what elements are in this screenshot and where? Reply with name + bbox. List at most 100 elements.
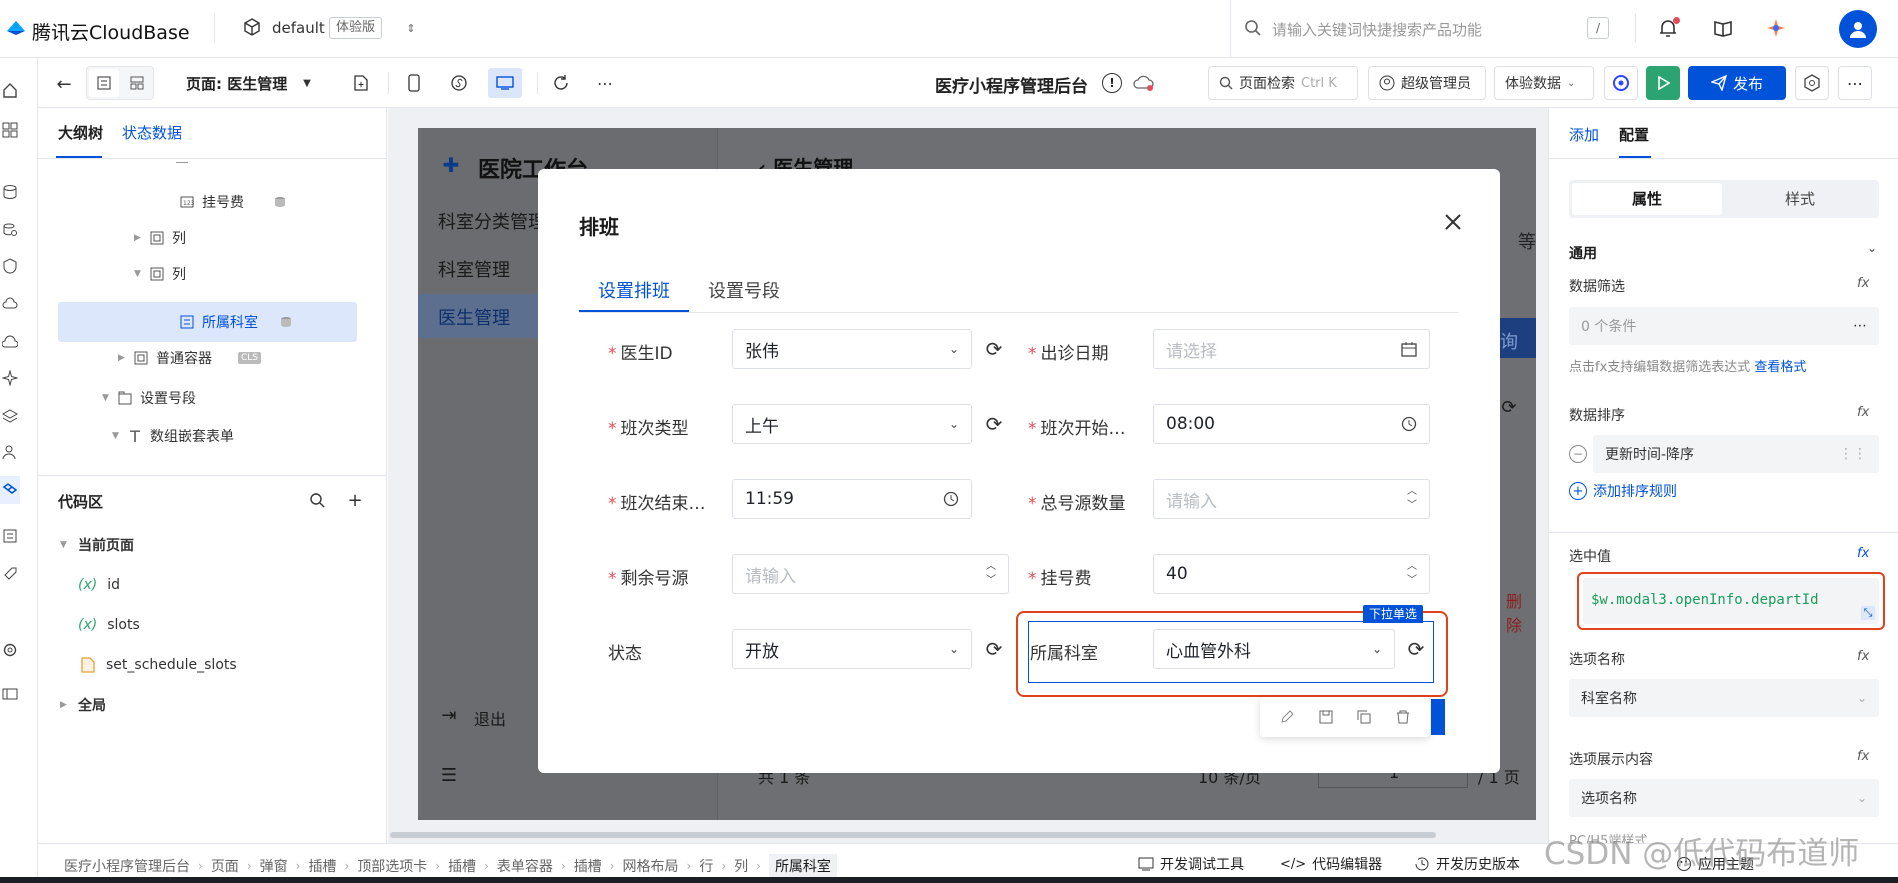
stepper-icon[interactable]: ︿ ﹀ [1407,485,1417,513]
search-icon[interactable] [306,489,328,511]
segment-props[interactable]: 属性 [1572,183,1722,215]
refresh-icon[interactable] [550,72,572,94]
ai-sparkle-icon[interactable] [1764,16,1788,40]
filter-format-link[interactable]: 查看格式 [1754,360,1806,375]
option-display-select[interactable]: 选项名称 ⌄ [1569,779,1879,817]
more-menu-icon[interactable]: ⋯ [1838,66,1872,100]
tab-config[interactable]: 配置 [1619,124,1649,145]
breadcrumb-item[interactable]: 插槽 [308,856,336,876]
tab-add[interactable]: 添加 [1569,124,1599,145]
refresh-icon[interactable]: ⟳ [982,637,1006,661]
tree-item-text[interactable]: ▼ T 数组嵌套表单 [112,418,234,454]
docs-book-icon[interactable] [1711,16,1735,40]
breadcrumb-item[interactable]: 网格布局 [623,856,679,876]
layers-icon[interactable] [2,408,18,424]
preview-logout[interactable]: 退出 [474,706,506,730]
page-search-button[interactable]: 页面检索 Ctrl K [1208,66,1358,100]
shift-type-select[interactable]: 上午 ⌄ [732,404,972,444]
breadcrumb-item[interactable]: 插槽 [574,856,602,876]
more-icon[interactable]: ⋯ [1853,318,1867,334]
pc-view-icon[interactable] [488,68,522,98]
tab-outline[interactable]: 大纲树 [58,122,103,143]
tab-schedule[interactable]: 设置排班 [598,277,670,303]
more-icon[interactable]: ⋯ [594,72,616,94]
refresh-icon[interactable]: ⟳ [1498,396,1520,418]
refresh-icon[interactable]: ⟳ [982,412,1006,436]
outline-view-icon[interactable] [89,69,119,97]
fx-icon[interactable]: fx [1857,649,1869,664]
filter-box[interactable]: 0 个条件 ⋯ [1569,307,1879,345]
remove-sort-icon[interactable]: − [1569,445,1587,463]
breadcrumb-item[interactable]: 弹窗 [260,856,288,876]
plugin-icon[interactable] [1604,66,1638,100]
horizontal-scrollbar[interactable] [390,832,1436,838]
env-name[interactable]: default [272,19,325,37]
breadcrumb-item[interactable]: 医疗小程序管理后台 [64,856,190,876]
cloud-sync-icon[interactable] [1132,72,1156,94]
database-search-icon[interactable] [2,222,18,238]
shield-icon[interactable] [2,258,18,274]
tab-state-data[interactable]: 状态数据 [122,122,182,143]
chevron-down-icon[interactable]: ▼ [300,74,314,92]
app-builder-icon[interactable] [0,476,20,504]
drag-handle-icon[interactable]: ⋮⋮ [1839,446,1867,462]
chevron-updown-icon[interactable]: ⇕ [404,18,418,38]
section-general[interactable]: 通用 [1569,243,1597,263]
code-current-page[interactable]: ▼ 当前页面 [60,527,134,563]
tree-item-column[interactable]: ▼ 列 [134,256,186,292]
mobile-view-icon[interactable] [403,72,425,94]
publish-button[interactable]: 发布 [1688,66,1786,100]
page-selector[interactable]: 页面: 医生管理 [186,73,287,94]
logs-icon[interactable] [2,528,18,544]
breadcrumb-item[interactable]: 列 [734,856,748,876]
code-editor-button[interactable]: </> 代码编辑器 [1280,854,1382,874]
copy-icon[interactable] [1357,710,1371,724]
back-arrow-icon[interactable]: ← [54,74,74,95]
preview-nav-item[interactable]: 科室管理 [438,256,510,282]
chevron-down-icon[interactable]: ⌄ [1867,241,1877,255]
component-view-icon[interactable] [122,69,152,97]
shift-end-time[interactable]: 11:59 [732,479,972,519]
delete-icon[interactable] [1396,710,1410,724]
fee-input[interactable]: 40 ︿ ﹀ [1153,554,1430,594]
save-icon[interactable] [1319,710,1333,724]
preview-nav-item[interactable]: 医生管理 [438,304,510,330]
option-name-select[interactable]: 科室名称 ⌄ [1569,679,1879,717]
apps-grid-icon[interactable] [2,122,18,138]
home-icon[interactable] [2,82,18,98]
caret-right-icon[interactable]: ▶ [60,700,74,710]
users-icon[interactable] [2,444,18,460]
tree-item-fee[interactable]: 123 挂号费 [178,184,288,220]
shift-start-time[interactable]: 08:00 [1153,404,1430,444]
code-global[interactable]: ▶ 全局 [60,687,106,723]
breadcrumb-item[interactable]: 页面 [211,856,239,876]
add-sort-button[interactable]: + 添加排序规则 [1569,481,1677,501]
collapse-panel-icon[interactable] [2,686,18,702]
tab-slots[interactable]: 设置号段 [708,277,780,303]
caret-down-icon[interactable]: ▼ [112,431,126,441]
breadcrumb-current[interactable]: 所属科室 [768,854,837,878]
refresh-icon[interactable]: ⟳ [982,337,1006,361]
menu-icon[interactable]: ☰ [438,764,460,786]
tree-item-column[interactable]: ▶ 列 [134,220,186,256]
doctor-id-select[interactable]: 张伟 ⌄ [732,329,972,369]
code-item-handler[interactable]: set_schedule_slots [80,647,237,683]
fx-icon[interactable]: fx [1857,276,1869,291]
devtools-button[interactable]: 开发调试工具 [1138,854,1244,874]
theme-settings-icon[interactable] [1795,66,1829,100]
breadcrumb-item[interactable]: 行 [699,856,713,876]
cloud-storage-icon[interactable] [2,334,18,350]
expand-editor-icon[interactable]: ⤡ [1861,606,1875,620]
caret-right-icon[interactable]: ▶ [134,233,148,243]
department-select[interactable]: 心血管外科 ⌄ [1153,629,1395,669]
remaining-input[interactable]: 请输入 ︿ ﹀ [732,554,1009,594]
global-search-input[interactable]: 请输入关键词快捷搜索产品功能 [1272,19,1482,40]
preview-delete[interactable]: 删除 [1506,588,1536,636]
brand-title[interactable]: 腾讯云CloudBase [32,18,190,45]
fx-icon[interactable]: fx [1857,749,1869,764]
stepper-icon[interactable]: ︿ ﹀ [986,560,996,588]
edit-icon[interactable] [1280,710,1294,724]
bell-icon[interactable] [1656,16,1680,40]
breadcrumb-item[interactable]: 表单容器 [497,856,553,876]
caret-down-icon[interactable]: ▼ [60,540,74,550]
